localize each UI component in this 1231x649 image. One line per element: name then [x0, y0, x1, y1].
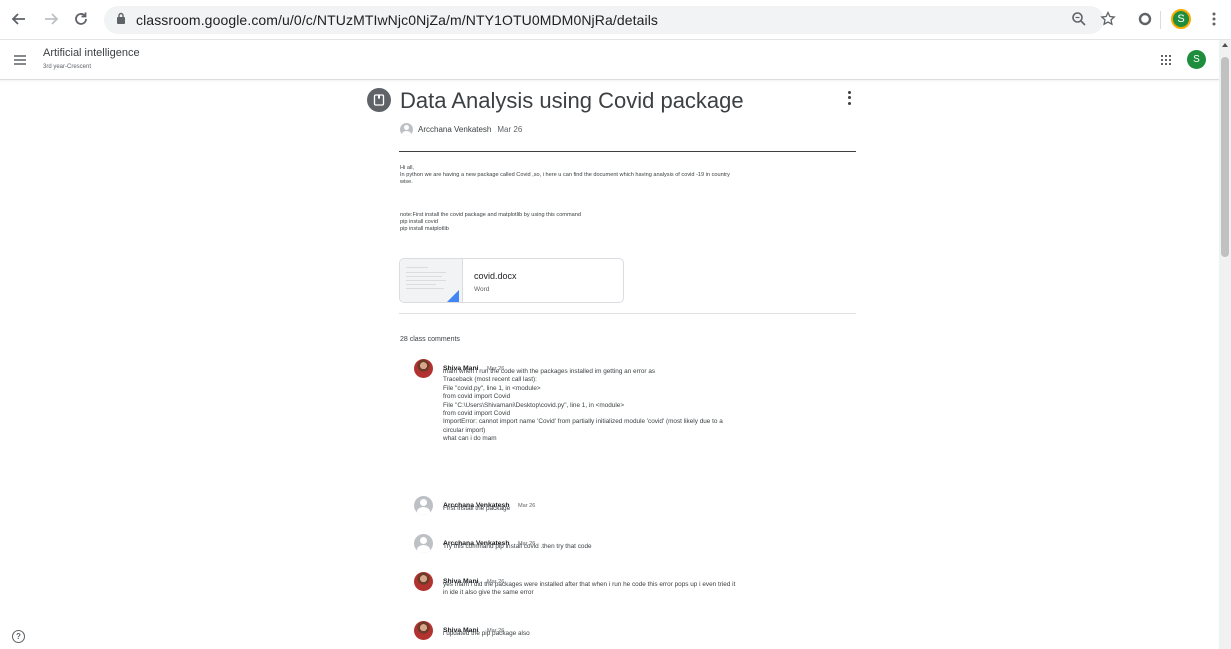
comment-line: what can i do mam	[443, 435, 497, 443]
author-avatar	[400, 122, 413, 136]
comment-text: Try this command pip install covid .then…	[443, 543, 855, 551]
post-author: Arcchana Venkatesh	[418, 124, 492, 134]
profile-initial: S	[1171, 9, 1191, 29]
browser-menu-icon[interactable]	[1203, 8, 1225, 30]
comment-line: Traceback (most recent call last):	[443, 376, 537, 384]
post-note-line: pip install covid	[400, 219, 438, 226]
reload-icon[interactable]	[68, 6, 94, 32]
title-divider	[399, 151, 856, 152]
commenter-avatar	[414, 572, 433, 591]
commenter-avatar	[414, 621, 433, 640]
profile-avatar[interactable]: S	[1170, 8, 1192, 30]
comment-line: First install the package	[443, 505, 511, 512]
lock-icon[interactable]	[116, 11, 126, 29]
post-author-row: Arcchana Venkatesh Mar 26	[400, 122, 522, 136]
attachment-card[interactable]: covid.docx Word	[399, 258, 624, 303]
comment-line: Try this command pip install covid .then…	[443, 543, 592, 550]
post-body: Hi all, In python we are having a new pa…	[400, 165, 856, 187]
comment-text: yes mam i did the packages were installe…	[443, 581, 855, 598]
post-date: Mar 26	[497, 124, 523, 134]
scroll-up-icon[interactable]	[1222, 43, 1228, 47]
google-apps-icon[interactable]	[1158, 52, 1174, 68]
comments-divider	[399, 313, 856, 314]
document-thumbnail	[400, 259, 463, 302]
material-icon	[367, 88, 391, 112]
comment-line: File "covid.py", line 1, in <module>	[443, 384, 541, 392]
comment-text: i updated the pip package also	[443, 630, 855, 638]
post-body-line: wise.	[400, 179, 413, 186]
comment-line: from covid import Covid	[443, 410, 511, 418]
account-avatar[interactable]: S	[1187, 50, 1206, 69]
class-comments-count[interactable]: 28 class comments	[400, 336, 460, 343]
class-section: 3rd year-Crescent	[43, 64, 92, 70]
post-note-line: note:First install the covid package and…	[400, 212, 581, 218]
comment-text: First install the package	[443, 505, 855, 513]
post-body-line: In python we are having a new package ca…	[400, 172, 730, 179]
post-options-icon[interactable]	[844, 90, 854, 106]
comment-line: ImportError: cannot import name 'Covid' …	[443, 418, 723, 426]
toolbar-divider	[1160, 11, 1161, 29]
classroom-header: Artificial intelligence 3rd year-Crescen…	[0, 40, 1231, 80]
address-bar[interactable]: classroom.google.com/u/0/c/NTUzMTIwNjc0N…	[104, 6, 1104, 34]
back-arrow-icon[interactable]	[6, 6, 32, 32]
browser-toolbar: classroom.google.com/u/0/c/NTUzMTIwNjc0N…	[0, 0, 1231, 40]
post-note-line: pip install matplotlib	[400, 226, 449, 233]
attachment-name: covid.docx	[474, 271, 517, 281]
attachment-type: Word	[474, 286, 490, 293]
comment-line: in ide it also give the same error	[443, 589, 534, 597]
zoom-icon[interactable]	[1068, 8, 1090, 30]
comment-line: i updated the pip package also	[443, 630, 530, 637]
url-text: classroom.google.com/u/0/c/NTUzMTIwNjc0N…	[136, 12, 659, 28]
commenter-avatar	[414, 359, 433, 378]
bookmark-star-icon[interactable]	[1097, 8, 1119, 30]
commenter-avatar	[414, 534, 433, 553]
extension-icon[interactable]	[1134, 8, 1156, 30]
post-note: note:First install the covid package and…	[400, 212, 856, 234]
hamburger-menu-icon[interactable]	[12, 52, 30, 68]
word-corner-icon	[447, 290, 459, 302]
comment-line: File "C:\Users\Shivamani\Desktop\covid.p…	[443, 401, 625, 409]
class-name[interactable]: Artificial intelligence	[43, 47, 140, 59]
post-body-line: Hi all,	[400, 165, 414, 171]
scrollbar-thumb[interactable]	[1221, 57, 1229, 257]
comment-line: circular import)	[443, 426, 486, 434]
comment-line: mam when i run the code with the package…	[443, 368, 656, 375]
comment-text: mam when i run the code with the package…	[443, 368, 855, 444]
help-icon[interactable]: ?	[12, 630, 25, 643]
forward-arrow-icon[interactable]	[38, 6, 64, 32]
comment-line: yes mam i did the packages were installe…	[443, 581, 736, 588]
comment-line: from covid import Covid	[443, 393, 511, 401]
post-title: Data Analysis using Covid package	[400, 88, 744, 113]
commenter-avatar	[414, 496, 433, 515]
